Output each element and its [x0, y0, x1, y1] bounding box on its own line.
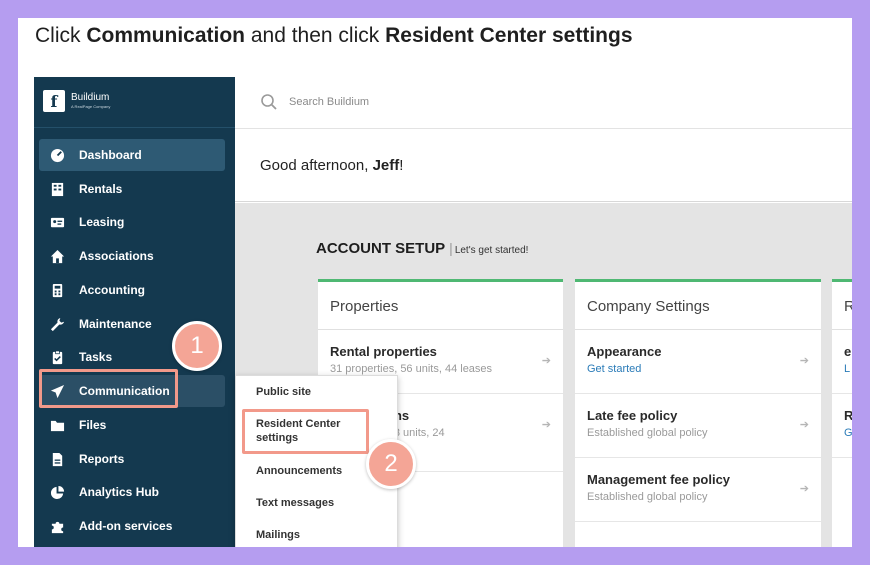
- tutorial-card: Click Communication and then click Resid…: [18, 18, 852, 547]
- top-bar: Search Buildium: [235, 77, 852, 129]
- greeting-bar: Good afternoon, Jeff!: [235, 130, 852, 202]
- panel-title: Properties: [318, 282, 563, 330]
- sidebar-item-rentals[interactable]: Rentals: [39, 173, 225, 205]
- menu-item-mailings[interactable]: Mailings: [256, 528, 300, 542]
- app-screenshot: f Buildium A RealPage Company Dashboard …: [34, 77, 852, 547]
- arrow-right-icon: ➔: [541, 355, 551, 367]
- third-panel-row[interactable]: R G: [832, 394, 852, 458]
- sidebar-item-files[interactable]: Files: [39, 409, 225, 441]
- id-card-icon: [50, 215, 65, 230]
- panel-title: Company Settings: [575, 282, 821, 330]
- report-icon: [50, 452, 65, 467]
- sidebar-item-analytics-hub[interactable]: Analytics Hub: [39, 476, 225, 508]
- sidebar-item-label: Dashboard: [79, 148, 142, 162]
- sidebar-item-label: Files: [79, 418, 107, 432]
- building-icon: [50, 182, 65, 197]
- sidebar-item-associations[interactable]: Associations: [39, 240, 225, 272]
- third-settings-panel: R e L R G: [832, 279, 852, 547]
- sidebar-divider: [34, 127, 235, 128]
- menu-item-announcements[interactable]: Announcements: [256, 464, 342, 478]
- sidebar-item-dashboard[interactable]: Dashboard: [39, 139, 225, 171]
- search-icon[interactable]: [260, 93, 278, 111]
- arrow-right-icon: ➔: [799, 483, 809, 495]
- sidebar-item-label: Rentals: [79, 182, 123, 196]
- instruction-text: Click Communication and then click Resid…: [35, 24, 633, 47]
- brand-name: Buildium: [71, 92, 110, 103]
- sidebar-item-label: Analytics Hub: [79, 485, 160, 499]
- communication-highlight: [39, 369, 178, 408]
- step-2-badge: 2: [366, 439, 416, 489]
- brand-logo[interactable]: f Buildium A RealPage Company: [43, 90, 110, 112]
- step-1-badge: 1: [172, 321, 222, 371]
- sidebar-item-reports[interactable]: Reports: [39, 443, 225, 475]
- wrench-icon: [50, 317, 65, 332]
- calculator-icon: [50, 283, 65, 298]
- brand-tagline: A RealPage Company: [71, 104, 111, 109]
- arrow-right-icon: ➔: [799, 355, 809, 367]
- appearance-row[interactable]: Appearance Get started ➔: [575, 330, 821, 394]
- search-input[interactable]: Search Buildium: [289, 96, 369, 108]
- sidebar-item-label: Reports: [79, 452, 125, 466]
- get-started-link[interactable]: Get started: [587, 363, 809, 375]
- sidebar-item-leasing[interactable]: Leasing: [39, 206, 225, 238]
- sidebar-item-label: Add-on services: [79, 519, 173, 533]
- sidebar-item-add-on-services[interactable]: Add-on services: [39, 510, 225, 542]
- sidebar-item-label: Accounting: [79, 283, 145, 297]
- account-setup-title: ACCOUNT SETUP | Let's get started!: [316, 240, 529, 257]
- arrow-right-icon: ➔: [541, 419, 551, 431]
- sidebar-item-label: Maintenance: [79, 317, 152, 331]
- sidebar-item-label: Leasing: [79, 215, 125, 229]
- management-fee-policy-row[interactable]: Management fee policy Established global…: [575, 458, 821, 522]
- arrow-right-icon: ➔: [799, 419, 809, 431]
- resident-center-highlight: [242, 409, 369, 454]
- account-setup-subtitle: Let's get started!: [454, 245, 529, 256]
- buildium-logo-icon: f: [43, 90, 65, 112]
- sidebar-item-label: Associations: [79, 249, 154, 263]
- home-icon: [50, 249, 65, 264]
- third-panel-row[interactable]: e L: [832, 330, 852, 394]
- company-settings-panel: Company Settings Appearance Get started …: [575, 279, 821, 547]
- menu-item-public-site[interactable]: Public site: [256, 385, 311, 399]
- sidebar-item-label: Tasks: [79, 350, 113, 364]
- sidebar: f Buildium A RealPage Company Dashboard …: [34, 77, 235, 547]
- clipboard-check-icon: [50, 350, 65, 365]
- late-fee-policy-row[interactable]: Late fee policy Established global polic…: [575, 394, 821, 458]
- menu-item-text-messages[interactable]: Text messages: [256, 496, 334, 510]
- greeting-text: Good afternoon, Jeff!: [260, 157, 404, 174]
- folder-icon: [50, 418, 65, 433]
- dashboard-icon: [50, 148, 65, 163]
- sidebar-item-accounting[interactable]: Accounting: [39, 274, 225, 306]
- panel-title: R: [832, 282, 852, 330]
- puzzle-icon: [50, 519, 65, 534]
- pie-chart-icon: [50, 485, 65, 500]
